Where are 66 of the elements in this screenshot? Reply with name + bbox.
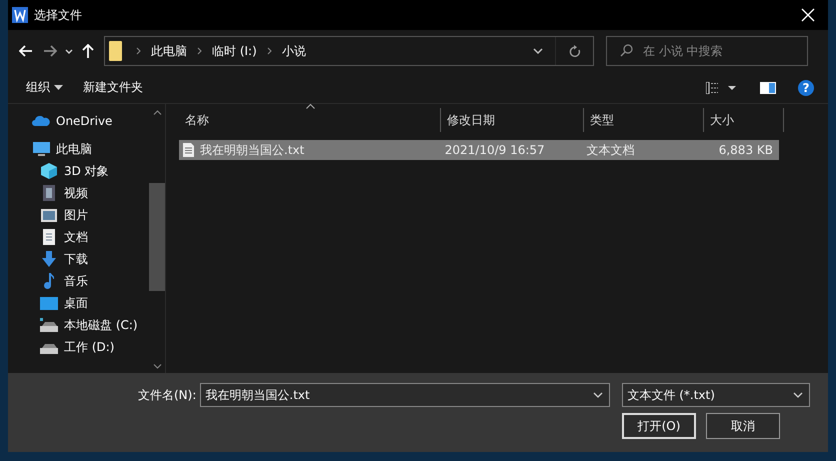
search-icon	[620, 44, 633, 57]
sidebar-item[interactable]: 此电脑	[8, 138, 149, 160]
sidebar-item[interactable]: 桌面	[8, 292, 149, 314]
sort-ascending-icon	[306, 104, 315, 109]
breadcrumb-item[interactable]: 小说	[282, 42, 306, 60]
chevron-right-icon	[197, 47, 202, 55]
column-header[interactable]: 名称	[179, 108, 441, 132]
forward-arrow-icon	[43, 45, 57, 57]
chevron-down-icon	[593, 392, 604, 398]
preview-pane-icon	[760, 82, 776, 94]
file-type-dropdown[interactable]: 文本文件 (*.txt)	[622, 383, 810, 407]
sidebar-item[interactable]: 下载	[8, 248, 149, 270]
film-icon	[43, 185, 55, 201]
window-title: 选择文件	[34, 6, 82, 24]
scroll-up-icon	[152, 110, 162, 115]
folder-icon	[109, 41, 122, 61]
up-arrow-icon	[82, 44, 94, 58]
filename-label: 文件名(N):	[138, 386, 196, 404]
sidebar-item[interactable]: 工作 (D:)	[8, 336, 149, 358]
app-icon	[12, 7, 28, 23]
download-arrow-icon	[42, 251, 56, 267]
sidebar-item[interactable]: OneDrive	[8, 110, 149, 132]
file-row[interactable]: 我在明朝当国公.txt 2021/10/9 16:57 文本文档 6,883 KB	[179, 140, 779, 160]
caret-icon	[54, 85, 63, 90]
breadcrumb-item[interactable]: 此电脑	[151, 42, 187, 60]
drive-icon	[40, 318, 58, 332]
list-view-icon	[706, 82, 738, 94]
chevron-down-icon	[65, 48, 73, 54]
music-note-icon	[44, 273, 54, 289]
sidebar-item[interactable]: 文档	[8, 226, 149, 248]
help-button[interactable]: ?	[798, 80, 814, 96]
cloud-icon	[32, 116, 50, 126]
file-size: 6,883 KB	[718, 142, 774, 159]
column-header[interactable]: 大小	[704, 108, 784, 132]
file-type: 文本文档	[586, 142, 636, 158]
picture-icon	[41, 208, 57, 222]
chevron-down-icon	[793, 392, 804, 398]
search-field[interactable]: 在 小说 中搜索	[606, 36, 808, 66]
address-bar[interactable]: 此电脑 临时 (I:) 小说	[104, 36, 594, 66]
sidebar-item[interactable]: 本地磁盘 (C:)	[8, 314, 149, 336]
file-date: 2021/10/9 16:57	[444, 142, 546, 159]
refresh-icon	[568, 44, 580, 58]
breadcrumb-item[interactable]: 临时 (I:)	[212, 42, 257, 60]
document-icon	[43, 229, 55, 245]
chevron-right-icon	[136, 47, 141, 55]
screen-icon	[40, 296, 58, 310]
computer-icon	[32, 142, 50, 156]
chevron-right-icon	[266, 47, 272, 55]
sidebar-item[interactable]: 视频	[8, 182, 149, 204]
filename-field[interactable]: 我在明朝当国公.txt	[200, 383, 610, 407]
cube-icon	[41, 163, 57, 179]
organize-menu-button[interactable]: 组织	[16, 74, 73, 100]
new-folder-button[interactable]: 新建文件夹	[73, 74, 153, 100]
sidebar-item[interactable]: 3D 对象	[8, 160, 149, 182]
file-name: 我在明朝当国公.txt	[200, 142, 304, 158]
chevron-down-icon	[533, 48, 543, 54]
text-file-icon	[183, 143, 194, 157]
column-header[interactable]: 修改日期	[441, 108, 584, 132]
scroll-down-icon	[152, 364, 162, 369]
close-icon	[801, 8, 815, 22]
column-header[interactable]: 类型	[584, 108, 704, 132]
cancel-button[interactable]: 取消	[706, 413, 780, 439]
open-button[interactable]: 打开(O)	[622, 413, 696, 439]
sidebar-item[interactable]: 图片	[8, 204, 149, 226]
back-arrow-icon	[19, 45, 33, 57]
sidebar-item[interactable]: 音乐	[8, 270, 149, 292]
